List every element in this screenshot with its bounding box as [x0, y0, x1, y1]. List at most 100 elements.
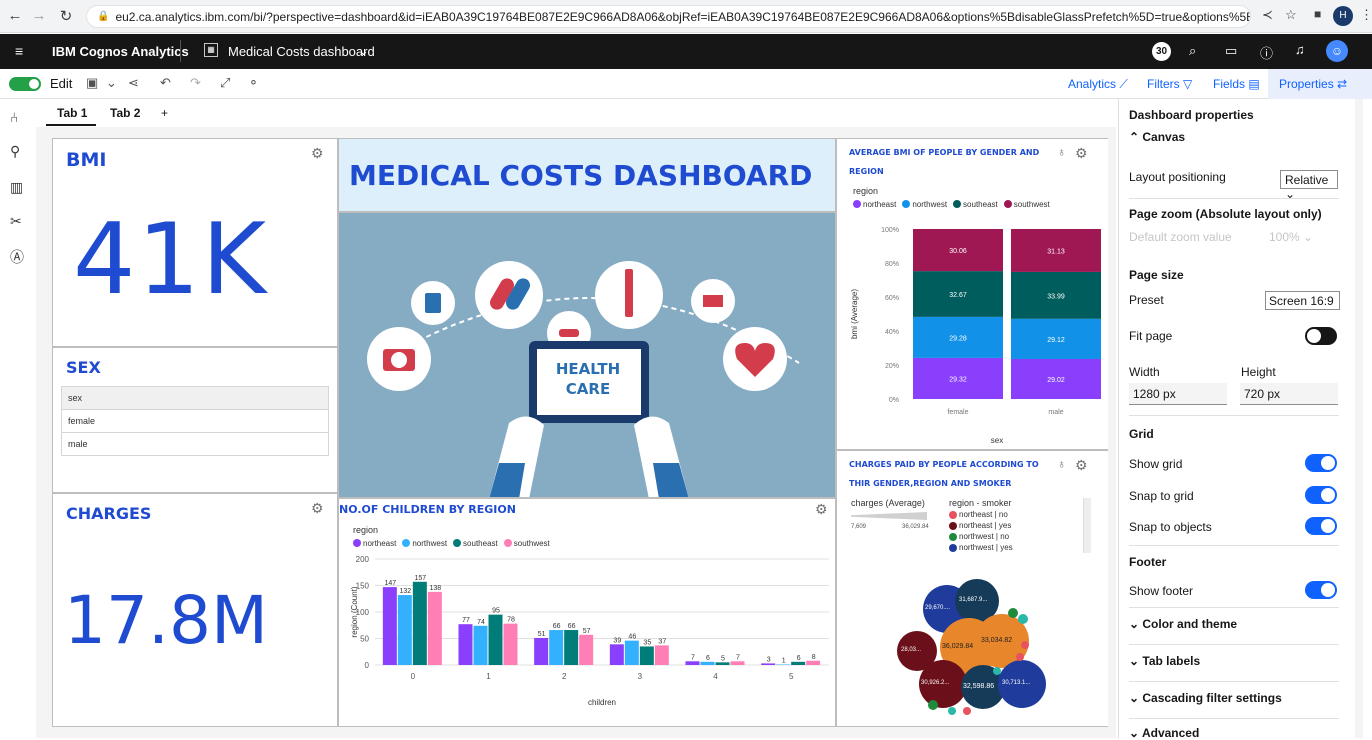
children-bar-chart[interactable]: 050100150200147132157138077 74957815166 66…: [339, 549, 837, 728]
bar[interactable]: [549, 630, 564, 665]
scissors-icon[interactable]: ✂: [10, 213, 22, 230]
settings-icon[interactable]: ⚙: [311, 145, 324, 162]
charges-bubble-widget[interactable]: CHARGES PAID BY PEOPLE ACCORDING TO THIR…: [836, 450, 1116, 727]
snap-to-objects-toggle[interactable]: [1305, 517, 1337, 535]
panel-scrollbar[interactable]: [1355, 99, 1363, 738]
canvas-section[interactable]: ⌃ Canvas: [1129, 130, 1185, 144]
legend-item[interactable]: northwest | yes: [949, 542, 1063, 553]
bar[interactable]: [609, 644, 624, 665]
height-input[interactable]: 720 px: [1240, 383, 1338, 405]
bar[interactable]: [806, 660, 821, 665]
list-item[interactable]: sex: [62, 387, 328, 410]
expand-icon[interactable]: ⤢: [220, 75, 230, 91]
pin-icon[interactable]: ⚲: [10, 143, 20, 160]
legend-item[interactable]: northeast | yes: [949, 520, 1063, 531]
legend-item[interactable]: southeast: [453, 539, 498, 548]
sex-filter-widget[interactable]: SEX sex female male: [52, 347, 338, 493]
legend-item[interactable]: northwest: [902, 200, 947, 209]
analytics-button[interactable]: Analytics ⟋: [1068, 77, 1128, 92]
share-icon[interactable]: ≺: [1262, 7, 1273, 23]
fields-button[interactable]: Fields ▤: [1213, 77, 1260, 91]
bar[interactable]: [397, 595, 412, 665]
text-shapes-icon[interactable]: Ⓐ: [10, 247, 24, 267]
filters-button[interactable]: Filters ▽: [1147, 77, 1192, 91]
lightbulb-icon[interactable]: ♁: [1057, 145, 1066, 159]
forward-icon[interactable]: →: [28, 7, 50, 24]
bar[interactable]: [503, 623, 518, 665]
bar[interactable]: [761, 663, 776, 665]
bar[interactable]: [715, 662, 730, 665]
bar[interactable]: [564, 630, 579, 665]
show-grid-toggle[interactable]: [1305, 454, 1337, 472]
help-icon[interactable]: ⓘ: [1260, 43, 1273, 62]
lightbulb-icon[interactable]: ♁: [1057, 457, 1066, 471]
layout-positioning-select[interactable]: Relative ⌄: [1280, 170, 1338, 201]
tab-2[interactable]: Tab 2: [110, 106, 140, 120]
user-avatar[interactable]: ☺: [1326, 40, 1348, 62]
bar[interactable]: [639, 646, 654, 665]
chevron-down-icon[interactable]: ⌄: [358, 43, 369, 59]
show-footer-toggle[interactable]: [1305, 581, 1337, 599]
undo-icon[interactable]: ↶: [160, 75, 171, 91]
legend-item[interactable]: northeast: [353, 539, 396, 548]
settings-icon[interactable]: ⚙: [1075, 145, 1088, 162]
preset-select[interactable]: Screen 16:9 ⌄: [1265, 291, 1340, 310]
bar[interactable]: [654, 645, 669, 665]
drill-icon[interactable]: ⚬: [248, 75, 259, 91]
cascading-filter-section[interactable]: ⌄ Cascading filter settings: [1129, 691, 1282, 705]
address-bar[interactable]: 🔒 eu2.ca.analytics.ibm.com/bi/?perspecti…: [86, 5, 1251, 28]
legend-item[interactable]: southwest: [503, 539, 550, 548]
search-icon[interactable]: ⌕: [1189, 43, 1196, 59]
bar[interactable]: [776, 664, 791, 665]
bar[interactable]: [700, 661, 715, 665]
settings-icon[interactable]: ⚙: [815, 501, 828, 518]
bar[interactable]: [791, 661, 806, 665]
chat-icon[interactable]: ▭: [1225, 43, 1237, 59]
share-icon[interactable]: ⋖: [128, 75, 139, 91]
legend-item[interactable]: southeast: [953, 200, 998, 209]
bar[interactable]: [579, 634, 594, 665]
settings-icon[interactable]: ⚙: [1075, 457, 1088, 474]
bar[interactable]: [458, 624, 473, 665]
title-banner-widget[interactable]: MEDICAL COSTS DASHBOARD: [338, 138, 836, 212]
browser-profile-avatar[interactable]: H: [1333, 6, 1353, 26]
canvas-scrollbar[interactable]: [1108, 127, 1116, 738]
legend-item[interactable]: northwest | no: [949, 531, 1063, 542]
bar[interactable]: [685, 661, 700, 665]
width-input[interactable]: 1280 px: [1129, 383, 1227, 405]
legend-item[interactable]: northeast | no: [949, 509, 1063, 520]
tree-icon[interactable]: ⑃: [10, 109, 18, 125]
redo-icon[interactable]: ↷: [190, 75, 201, 91]
notification-badge[interactable]: 30: [1152, 42, 1171, 61]
hamburger-menu-icon[interactable]: ≡: [15, 43, 23, 59]
bmi-kpi-widget[interactable]: BMI ⚙ 41K: [52, 138, 338, 347]
bookmark-star-icon[interactable]: ☆: [1285, 7, 1297, 23]
bmi-by-gender-region-widget[interactable]: AVERAGE BMI OF PEOPLE BY GENDER AND REGI…: [836, 138, 1116, 450]
menu-dots-icon[interactable]: ⋮: [1360, 7, 1372, 23]
edit-toggle[interactable]: [9, 77, 41, 91]
save-icon[interactable]: ▣: [86, 75, 98, 91]
bar[interactable]: [382, 587, 397, 665]
reload-icon[interactable]: ↻: [55, 7, 77, 25]
bell-icon[interactable]: ♫: [1295, 42, 1305, 57]
snap-to-grid-toggle[interactable]: [1305, 486, 1337, 504]
children-by-region-widget[interactable]: NO.OF CHILDREN BY REGION ⚙ region northe…: [338, 498, 836, 727]
legend-item[interactable]: northwest: [402, 539, 447, 548]
charges-kpi-widget[interactable]: CHARGES ⚙ 17.8M: [52, 493, 338, 727]
add-tab-button[interactable]: +: [161, 106, 168, 120]
color-theme-section[interactable]: ⌄ Color and theme: [1129, 617, 1237, 631]
window-icon[interactable]: ■: [1314, 7, 1321, 21]
bar[interactable]: [473, 625, 488, 665]
chevron-down-icon[interactable]: ⌄: [106, 75, 117, 91]
bmi-stacked-chart[interactable]: 0% 20% 40% 60% 80% 100% 29.32 29.28 32.67 30.06 fe…: [837, 209, 1117, 451]
fit-page-toggle[interactable]: [1305, 327, 1337, 345]
bar[interactable]: [488, 614, 503, 665]
bar[interactable]: [730, 661, 745, 665]
legend-item[interactable]: southwest: [1003, 200, 1050, 209]
legend-scrollbar[interactable]: [1083, 498, 1091, 553]
bar[interactable]: [534, 637, 549, 665]
tab-labels-section[interactable]: ⌄ Tab labels: [1129, 654, 1200, 668]
list-item[interactable]: male: [62, 433, 328, 455]
settings-icon[interactable]: ⚙: [311, 500, 324, 517]
legend-item[interactable]: northeast: [853, 200, 896, 209]
